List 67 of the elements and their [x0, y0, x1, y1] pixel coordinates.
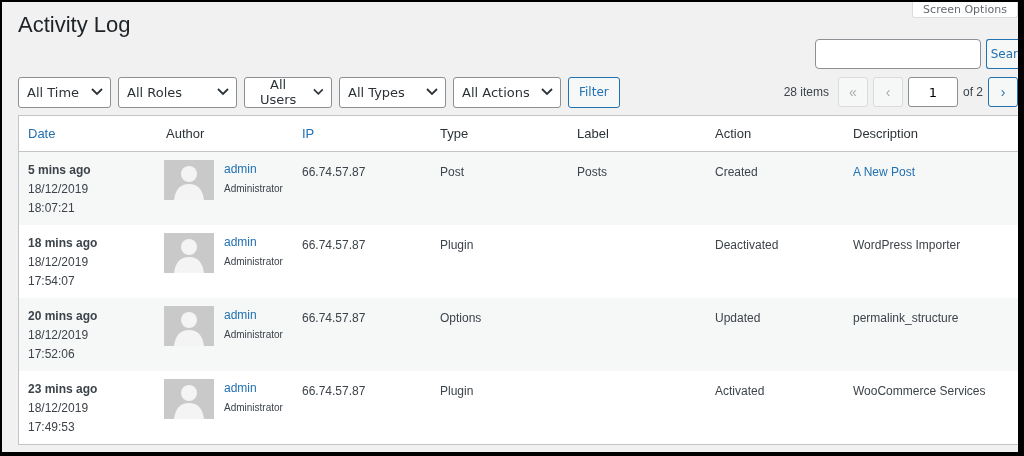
time-text: 18:07:21	[28, 200, 76, 217]
action-text: Deactivated	[714, 237, 780, 254]
column-header: Type	[439, 126, 470, 141]
date-text: 18/12/2019	[28, 254, 90, 271]
relative-time: 18 mins ago	[28, 235, 99, 252]
chevron-down-icon	[426, 88, 438, 96]
filter-button[interactable]: Filter	[568, 76, 620, 108]
action-text: Activated	[714, 383, 766, 400]
author-role: Administrator	[224, 401, 283, 415]
action-text: Created	[714, 164, 759, 181]
column-header: Label	[576, 126, 610, 141]
description-text: permalink_structure	[853, 311, 959, 325]
time-text: 17:49:53	[28, 419, 76, 436]
author-link[interactable]: admin	[224, 160, 283, 179]
date-text: 18/12/2019	[28, 327, 90, 344]
column-header[interactable]: IP	[293, 126, 431, 141]
chevron-down-icon	[541, 88, 553, 96]
author-role: Administrator	[224, 182, 283, 196]
action-text: Updated	[714, 310, 762, 327]
type-text: Plugin	[439, 237, 475, 254]
column-header: Description	[852, 126, 920, 141]
chevron-down-icon	[217, 88, 229, 96]
filter-dropdown[interactable]: All Types	[339, 76, 446, 108]
author-role: Administrator	[224, 255, 283, 269]
author-role: Administrator	[224, 328, 283, 342]
description-link[interactable]: A New Post	[853, 165, 916, 179]
column-header[interactable]: Date	[19, 126, 157, 141]
time-text: 17:54:07	[28, 273, 76, 290]
author-link[interactable]: admin	[224, 233, 283, 252]
relative-time: 20 mins ago	[28, 308, 99, 325]
screen-options-tab[interactable]: Screen Options	[912, 2, 1018, 18]
avatar-placeholder-icon	[164, 306, 214, 346]
avatar-placeholder-icon	[164, 160, 214, 200]
filter-dropdown[interactable]: All Users	[244, 76, 332, 108]
relative-time: 23 mins ago	[28, 381, 99, 398]
page-number-field[interactable]: 1	[908, 77, 958, 107]
author-link[interactable]: admin	[224, 379, 283, 398]
column-header: Author	[165, 126, 206, 141]
search-button[interactable]: Sear	[985, 39, 1018, 69]
type-text: Options	[439, 310, 483, 327]
next-page-button[interactable]: ›	[988, 77, 1018, 107]
relative-time: 5 mins ago	[28, 162, 92, 179]
page-total: of 2	[963, 85, 983, 99]
search-field[interactable]	[814, 39, 981, 69]
column-header: Action	[714, 126, 753, 141]
ip-address: 66.74.57.87	[301, 237, 367, 254]
type-text: Plugin	[439, 383, 475, 400]
description-text: WordPress Importer	[853, 238, 961, 252]
date-text: 18/12/2019	[28, 181, 90, 198]
label-text: Posts	[577, 165, 607, 179]
author-link[interactable]: admin	[224, 306, 283, 325]
time-text: 17:52:06	[28, 346, 76, 363]
filter-dropdown[interactable]: All Actions	[453, 76, 561, 108]
description-text: WooCommerce Services	[853, 384, 986, 398]
avatar-placeholder-icon	[164, 379, 214, 419]
chevron-down-icon	[91, 88, 103, 96]
chevron-down-icon	[313, 88, 324, 96]
ip-address: 66.74.57.87	[301, 383, 367, 400]
filter-dropdown[interactable]: All Roles	[118, 76, 237, 108]
page-title: Activity Log	[18, 12, 131, 39]
type-text: Post	[439, 164, 465, 181]
date-text: 18/12/2019	[28, 400, 90, 417]
filter-dropdown[interactable]: All Time	[18, 76, 111, 108]
ip-address: 66.74.57.87	[301, 164, 367, 181]
item-count: 28 items	[783, 85, 829, 99]
avatar-placeholder-icon	[164, 233, 214, 273]
ip-address: 66.74.57.87	[301, 310, 367, 327]
